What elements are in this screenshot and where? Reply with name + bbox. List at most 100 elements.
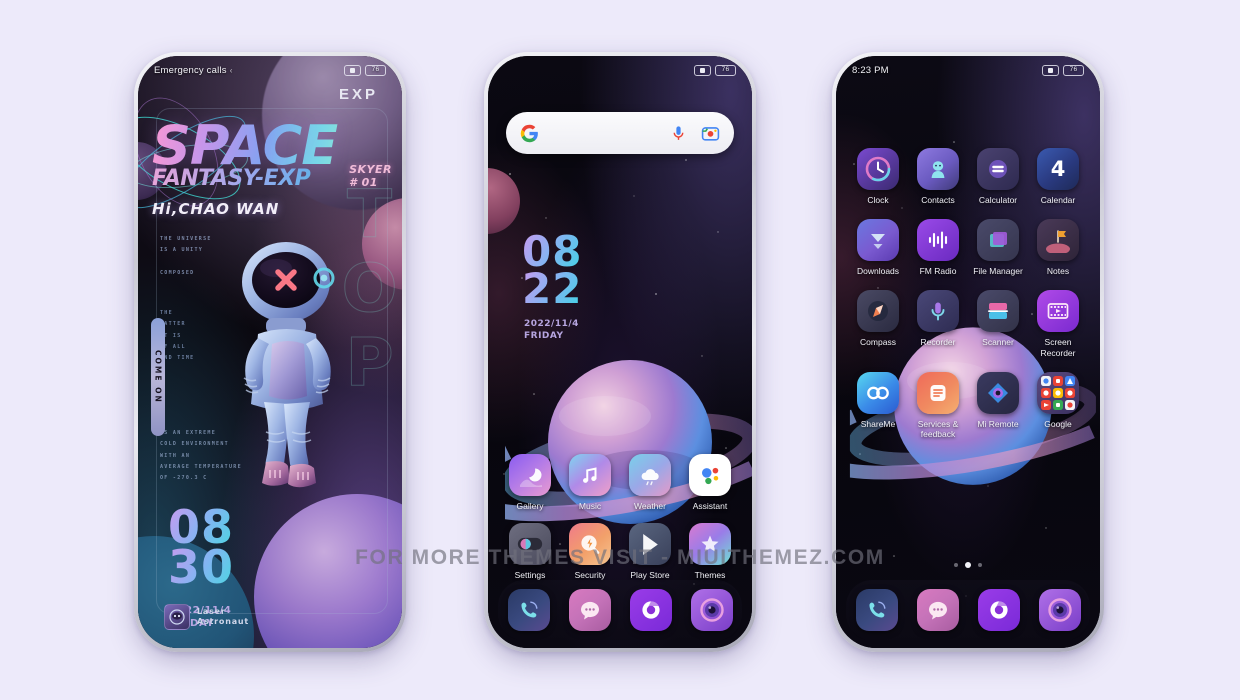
recorder-icon — [917, 290, 959, 333]
phone2-screen: 76 08 22 2022/11/4 FRIDAY Gallery Music … — [488, 56, 752, 648]
badge-line1: Laser — [197, 607, 226, 616]
date-weekday: FRIDAY — [524, 331, 564, 342]
google-lens-icon[interactable] — [701, 124, 720, 143]
google-g-icon — [520, 124, 539, 143]
messages-icon[interactable] — [916, 589, 959, 631]
app-mi-remote[interactable]: Mi Remote — [968, 371, 1028, 439]
app-services-feedback[interactable]: Services & feedback — [908, 371, 968, 439]
phone-icon[interactable] — [855, 589, 898, 631]
mute-icon — [1042, 64, 1059, 76]
app-screen-recorder[interactable]: Screen Recorder — [1028, 290, 1088, 358]
hero-corner-line2: # 01 — [349, 175, 378, 189]
app-compass[interactable]: Compass — [848, 290, 908, 357]
app-google-folder[interactable]: Google — [1028, 371, 1088, 439]
app-label: Notes — [1046, 266, 1070, 277]
app-file-manager[interactable]: File Manager — [968, 219, 1028, 276]
app-scanner[interactable]: Scanner — [968, 290, 1028, 357]
app-play-store[interactable]: Play Store — [620, 523, 680, 580]
app-label: Google — [1044, 418, 1072, 429]
messages-icon[interactable] — [568, 589, 611, 631]
app-fm-radio[interactable]: FM Radio — [908, 219, 968, 276]
exp-brand-logo: EXP — [338, 86, 378, 103]
phone-device-lockscreen: TOP Emergency calls ‹ 76 EXP SPACE FANTA… — [134, 52, 406, 652]
app-clock[interactable]: Clock — [848, 148, 908, 205]
phone3-dock — [846, 580, 1090, 640]
battery-indicator: 76 — [365, 64, 386, 76]
app-calendar[interactable]: 4 Calendar — [1028, 148, 1088, 205]
mute-icon — [694, 64, 711, 76]
scanner-icon — [977, 290, 1019, 333]
app-label: Clock — [867, 195, 889, 205]
hero-corner-tag: SKYER # 01 — [349, 163, 392, 189]
phone3-screen: 8:23 PM 76 Clock Contacts Calculator 4 C… — [836, 56, 1100, 648]
app-settings[interactable]: Settings — [500, 523, 560, 580]
weather-icon — [629, 454, 671, 496]
app-label: Downloads — [856, 266, 900, 277]
page-dot-3[interactable] — [978, 563, 982, 567]
laser-astronaut-badge: Laser Astronaut — [164, 604, 249, 630]
app-label: Assistant — [692, 501, 728, 511]
phone-icon[interactable] — [507, 589, 550, 631]
app-label: Security — [574, 570, 606, 581]
google-search-bar[interactable] — [506, 112, 734, 154]
chrome-icon[interactable] — [977, 589, 1020, 631]
app-calculator[interactable]: Calculator — [968, 148, 1028, 205]
app-music[interactable]: Music — [560, 454, 620, 511]
badge-text: Laser Astronaut — [197, 607, 249, 627]
camera-icon[interactable] — [690, 589, 733, 631]
app-label: Services & feedback — [917, 418, 959, 439]
status-chevron-icon: ‹ — [229, 65, 233, 75]
page-dot-2-active[interactable] — [965, 562, 971, 568]
homescreen-clock-widget: 08 22 — [522, 231, 582, 310]
app-gallery[interactable]: Gallery — [500, 454, 560, 511]
clock-icon — [857, 148, 899, 190]
chrome-icon[interactable] — [629, 589, 672, 631]
app-label: Calculator — [978, 195, 1018, 205]
phone2-status-bar: 76 — [488, 56, 752, 84]
app-label: FM Radio — [919, 266, 957, 277]
app-label: Play Store — [630, 570, 670, 581]
security-icon — [569, 523, 611, 566]
app-security[interactable]: Security — [560, 523, 620, 580]
page-dot-1[interactable] — [954, 563, 958, 567]
phone1-status-bar: Emergency calls ‹ 76 — [138, 56, 402, 84]
app-themes[interactable]: Themes — [680, 523, 740, 580]
fm-radio-icon — [917, 219, 959, 262]
services-feedback-icon — [917, 371, 959, 414]
lore-text-block-1: THE UNIVERSE IS A UNITY COMPOSED — [160, 236, 212, 276]
astronaut-helmet-icon — [164, 604, 190, 630]
calendar-date-badge: 4 — [1050, 157, 1066, 181]
app-shareme[interactable]: ShareMe — [848, 371, 908, 439]
app-weather[interactable]: Weather — [620, 454, 680, 511]
mi-remote-icon — [977, 371, 1019, 414]
app-contacts[interactable]: Contacts — [908, 148, 968, 205]
camera-icon[interactable] — [1038, 589, 1081, 631]
assistant-icon — [689, 454, 731, 496]
page-indicator-dots[interactable] — [836, 562, 1100, 568]
app-recorder[interactable]: Recorder — [908, 290, 968, 357]
microphone-icon[interactable] — [670, 125, 687, 142]
screenshot-canvas: TOP Emergency calls ‹ 76 EXP SPACE FANTA… — [0, 0, 1240, 700]
downloads-icon — [857, 219, 899, 262]
status-time: 8:23 PM — [852, 64, 889, 76]
app-label: Weather — [634, 501, 666, 511]
app-label: Settings — [514, 570, 546, 581]
app-assistant[interactable]: Assistant — [680, 454, 740, 511]
app-downloads[interactable]: Downloads — [848, 219, 908, 276]
app-notes[interactable]: Notes — [1028, 219, 1088, 276]
come-on-side-banner: COME ON — [151, 318, 165, 436]
battery-indicator: 76 — [1063, 64, 1084, 76]
lore-text-block-2: THE MATTER IT IS OF ALL AND TIME — [160, 310, 195, 361]
phone3-status-bar: 8:23 PM 76 — [836, 56, 1100, 84]
app-label: Calendar — [1040, 195, 1076, 205]
notes-icon — [1037, 219, 1079, 262]
come-on-label: COME ON — [153, 350, 163, 404]
app-label: Recorder — [920, 337, 956, 348]
app-label: Contacts — [921, 195, 955, 205]
lore-text-block-3: IS AN EXTREME COLD ENVIRONMENT WITH AN A… — [160, 430, 242, 481]
app-label: ShareMe — [860, 418, 896, 429]
app-label: Themes — [694, 570, 726, 581]
emergency-calls-label[interactable]: Emergency calls — [154, 65, 227, 76]
phone-device-appdrawer: 8:23 PM 76 Clock Contacts Calculator 4 C… — [832, 52, 1104, 652]
app-label: Music — [578, 501, 602, 511]
